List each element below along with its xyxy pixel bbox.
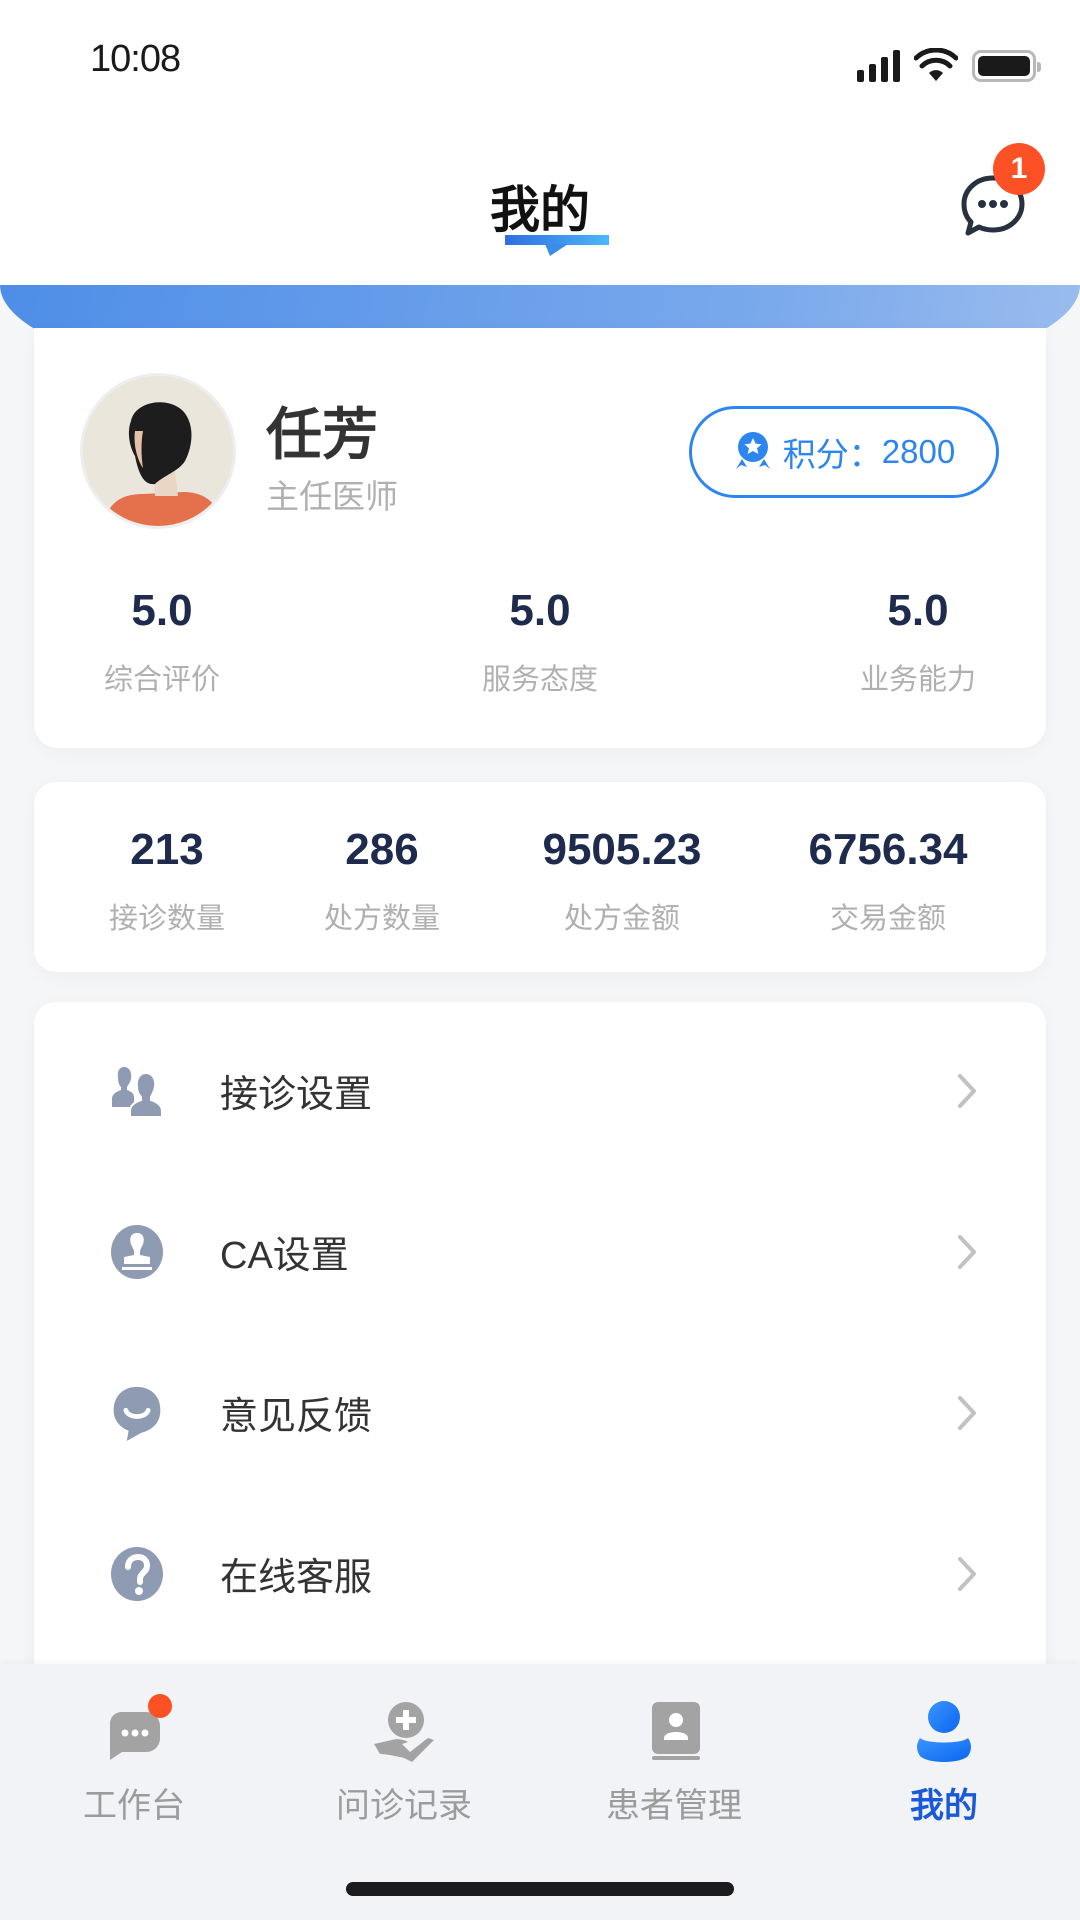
avatar-photo	[83, 376, 233, 526]
doctor-name: 任芳	[266, 403, 378, 466]
stat-consultations[interactable]: 213 接诊数量	[109, 825, 225, 937]
points-value: 2800	[881, 433, 956, 470]
tab-label: 我的	[910, 1787, 978, 1825]
rating-value: 5.0	[509, 586, 571, 635]
rating-label: 服务态度	[481, 664, 598, 696]
chevron-right-icon	[958, 1395, 976, 1430]
rating-value: 5.0	[887, 586, 949, 635]
stat-transaction-amount[interactable]: 6756.34 交易金额	[808, 825, 967, 937]
stat-value: 286	[345, 825, 419, 874]
chat-bubble-icon	[102, 1694, 172, 1764]
rating-value: 5.0	[131, 586, 193, 635]
patient-book-icon	[642, 1700, 706, 1764]
tab-label: 问诊记录	[336, 1787, 472, 1825]
menu-card: 接诊设置 CA设置 意见反馈 在线客服	[34, 1002, 1046, 1702]
signal-icon	[857, 50, 900, 82]
stat-label: 处方数量	[323, 903, 441, 935]
medal-icon	[735, 432, 770, 469]
stamp-icon	[111, 1224, 163, 1279]
status-time: 10:08	[90, 38, 181, 80]
menu-item-label: 在线客服	[220, 1557, 373, 1599]
page-title: 我的	[490, 182, 590, 238]
doctor-title: 主任医师	[266, 478, 398, 515]
stat-prescriptions[interactable]: 286 处方数量	[324, 825, 440, 937]
medical-hand-icon	[372, 1700, 436, 1764]
ratings-row: 5.0 综合评价 5.0 服务态度 5.0 业务能力	[34, 586, 1046, 698]
stat-label: 交易金额	[829, 903, 946, 935]
rating-label: 综合评价	[104, 664, 221, 696]
stat-prescription-amount[interactable]: 9505.23 处方金额	[542, 825, 701, 937]
notification-dot	[148, 1694, 172, 1718]
feedback-icon	[113, 1386, 161, 1441]
status-icons	[857, 48, 1041, 82]
tab-patient-management[interactable]: 患者管理	[574, 1700, 774, 1827]
points-label: 积分：	[782, 436, 882, 473]
chevron-right-icon	[958, 1234, 976, 1269]
rating-ability: 5.0 业务能力	[860, 586, 976, 698]
stats-card: 213 接诊数量 286 处方数量 9505.23 处方金额 6756.34 交…	[34, 782, 1046, 972]
tab-workbench[interactable]: 工作台	[34, 1694, 234, 1827]
stat-value: 9505.23	[542, 825, 702, 874]
title-underline-tail	[545, 244, 568, 256]
battery-icon	[972, 50, 1041, 82]
stat-value: 213	[130, 825, 204, 874]
avatar[interactable]	[80, 373, 236, 529]
points-button[interactable]: 积分： 2800	[689, 406, 999, 498]
users-icon	[112, 1066, 163, 1118]
menu-item-feedback[interactable]: 意见反馈	[34, 1332, 1046, 1493]
user-icon	[912, 1700, 976, 1764]
help-icon	[111, 1546, 163, 1601]
menu-item-label: 接诊设置	[220, 1074, 373, 1116]
rating-overall: 5.0 综合评价	[104, 586, 220, 698]
menu-item-ca-settings[interactable]: CA设置	[34, 1171, 1046, 1332]
menu-item-online-support[interactable]: 在线客服	[34, 1493, 1046, 1654]
stat-value: 6756.34	[808, 825, 968, 874]
message-badge: 1	[993, 143, 1045, 195]
profile-card: 任芳 主任医师 积分： 2800 5.0 综合评价 5.0 服务态度 5.0 业务…	[34, 328, 1046, 748]
menu-item-label: CA设置	[220, 1235, 349, 1277]
menu-item-label: 意见反馈	[220, 1396, 373, 1438]
rating-label: 业务能力	[859, 664, 976, 696]
stat-label: 处方金额	[563, 903, 680, 935]
tab-label: 患者管理	[606, 1787, 742, 1825]
chevron-right-icon	[958, 1556, 976, 1591]
rating-service: 5.0 服务态度	[482, 586, 598, 698]
chevron-right-icon	[958, 1073, 976, 1108]
home-indicator[interactable]	[346, 1882, 734, 1896]
tab-mine[interactable]: 我的	[844, 1700, 1044, 1827]
menu-item-consultation-settings[interactable]: 接诊设置	[34, 1010, 1046, 1171]
stat-label: 接诊数量	[108, 903, 226, 935]
wifi-icon	[914, 48, 958, 81]
tab-consultation-records[interactable]: 问诊记录	[304, 1700, 504, 1827]
tab-label: 工作台	[83, 1787, 185, 1825]
